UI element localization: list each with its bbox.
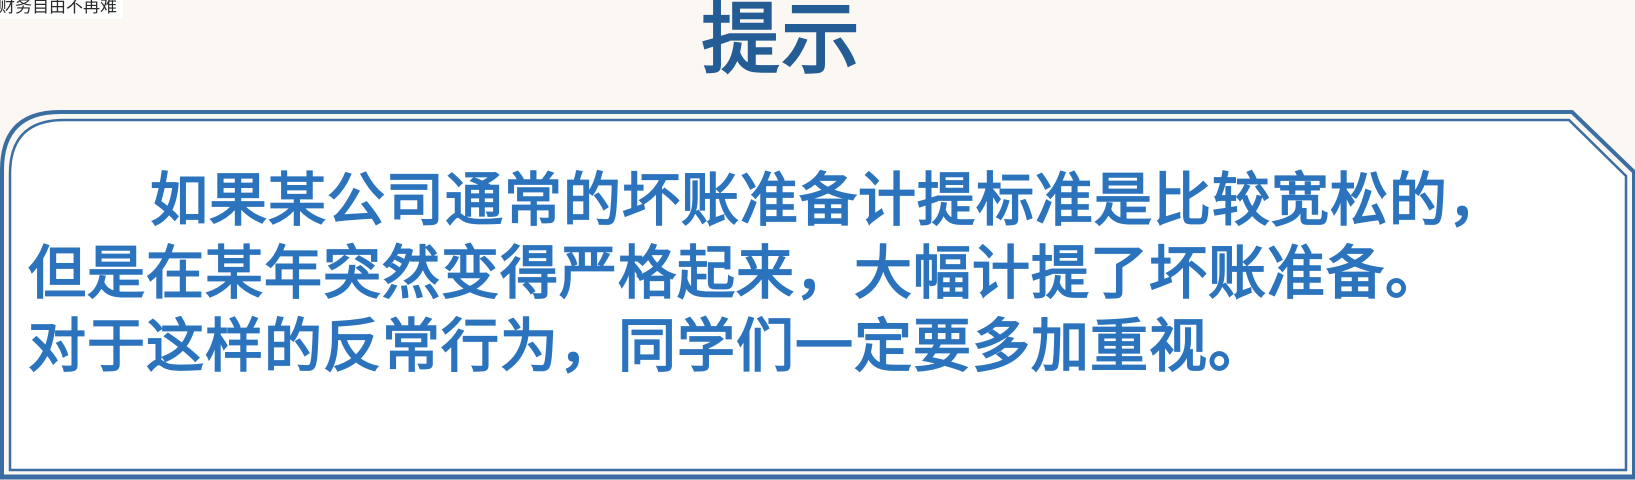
body-line-3: 对于这样的反常行为，同学们一定要多加重视。 [28,312,1268,380]
body-text: 如果某公司通常的坏账准备计提标准是比较宽松的， 但是在某年突然变得严格起来，大幅… [28,164,1608,383]
body-line-2: 但是在某年突然变得严格起来，大幅计提了坏账准备。 [28,239,1445,307]
body-line-1: 如果某公司通常的坏账准备计提标准是比较宽松的， [150,166,1508,234]
